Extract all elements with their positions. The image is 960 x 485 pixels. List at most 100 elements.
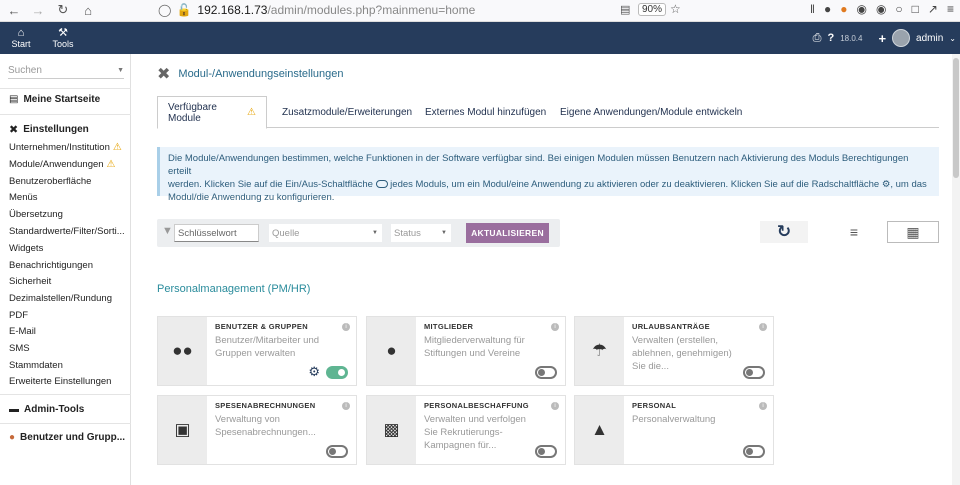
avatar[interactable] xyxy=(892,29,911,47)
scrollbar[interactable] xyxy=(952,54,960,485)
sidebar-item-sms[interactable]: SMS xyxy=(9,343,30,354)
divider xyxy=(0,423,131,424)
warning-icon: ⚠ xyxy=(106,159,116,170)
sidebar-item-label: Unternehmen/Institution xyxy=(9,142,110,153)
refresh-button[interactable]: AKTUALISIEREN xyxy=(466,223,549,243)
share-icon[interactable]: ↗ xyxy=(928,2,938,16)
add-icon[interactable]: + xyxy=(878,31,886,46)
info-icon[interactable]: i xyxy=(551,402,559,410)
pocket-icon[interactable]: ◉ xyxy=(876,2,886,16)
sidebar-item-pdf[interactable]: PDF xyxy=(9,310,28,321)
sidebar-item-erweiterte-einstellungen[interactable]: Erweiterte Einstellungen xyxy=(9,376,111,387)
back-icon[interactable]: ← xyxy=(2,0,26,20)
sidebar-item-label: Module/Anwendungen xyxy=(9,159,104,170)
sidebar-group-users[interactable]: ● Benutzer und Grupp... xyxy=(9,432,125,443)
scrollbar-thumb[interactable] xyxy=(953,58,959,178)
bookmark-star-icon[interactable]: ☆ xyxy=(670,2,681,16)
chevron-down-icon[interactable]: ⌄ xyxy=(949,34,956,43)
module-toggle[interactable] xyxy=(326,445,348,458)
info-icon[interactable]: i xyxy=(759,323,767,331)
zoom-level[interactable]: 90% xyxy=(638,3,667,16)
tab-bar: Verfügbare Module ⚠ Zusatzmodule/Erweite… xyxy=(157,96,939,129)
info-icon[interactable]: i xyxy=(759,402,767,410)
sidebar-item-dezimalstellen[interactable]: Dezimalstellen/Rundung xyxy=(9,293,112,304)
member-icon: ● xyxy=(367,317,416,385)
info-line-1: Die Module/Anwendungen bestimmen, welche… xyxy=(168,153,909,177)
list-view-icon[interactable]: ≡ xyxy=(828,221,880,243)
wallet-icon: ▣ xyxy=(158,396,207,464)
info-text: , um das xyxy=(890,179,927,190)
reload-icon[interactable]: ↻ xyxy=(51,0,75,20)
tab-eigene-anwendungen[interactable]: Eigene Anwendungen/Module entwickeln xyxy=(550,96,752,128)
sidebar-item-module[interactable]: Module/Anwendungen ⚠ xyxy=(9,159,116,170)
library-icon[interactable]: ‖ xyxy=(810,2,815,16)
tab-zusatzmodule[interactable]: Zusatzmodule/Erweiterungen xyxy=(272,96,422,128)
module-toggle[interactable] xyxy=(743,445,765,458)
info-icon[interactable]: i xyxy=(551,323,559,331)
sidebar-item-sicherheit[interactable]: Sicherheit xyxy=(9,276,51,287)
nav-start[interactable]: ⌂ Start xyxy=(8,22,34,54)
address-bar[interactable]: ◯ 🔓 192.168.1.73/admin/modules.php?mainm… xyxy=(158,0,688,20)
sidebar-group-admin-tools[interactable]: ▬ Admin-Tools xyxy=(9,404,84,415)
source-select[interactable]: Quelle ▼ xyxy=(269,224,382,242)
reader-icon[interactable]: ▤ xyxy=(620,3,630,16)
shield-icon: ◯ xyxy=(158,3,172,17)
help-icon[interactable]: ? xyxy=(827,32,834,44)
version-label: 18.0.4 xyxy=(840,33,863,43)
info-text: werden. Klicken Sie auf die Ein/Aus-Scha… xyxy=(168,179,373,190)
tab-externes-modul[interactable]: Externes Modul hinzufügen xyxy=(415,96,556,128)
warning-icon: ⚠ xyxy=(247,107,256,118)
info-icon[interactable]: i xyxy=(342,402,350,410)
print-icon[interactable]: ⎙ xyxy=(813,32,822,45)
sidebar-item-email[interactable]: E-Mail xyxy=(9,326,36,337)
reload-modules-icon[interactable]: ↻ xyxy=(760,221,808,243)
sidebar-group-settings[interactable]: ✖ Einstellungen xyxy=(9,123,89,136)
gear-icon[interactable]: ⚙ xyxy=(308,364,320,380)
puzzle-icon[interactable]: □ xyxy=(912,2,919,16)
insecure-lock-icon: 🔓 xyxy=(176,3,192,17)
module-toggle[interactable] xyxy=(743,366,765,379)
extension-icon-2[interactable]: ● xyxy=(840,2,847,16)
sidebar-item-widgets[interactable]: Widgets xyxy=(9,243,43,254)
module-toggle[interactable] xyxy=(535,445,557,458)
sidebar-item-benachrichtigungen[interactable]: Benachrichtigungen xyxy=(9,260,93,271)
tools-icon: ✖ xyxy=(9,124,19,136)
sidebar-group-settings-label: Einstellungen xyxy=(23,124,89,135)
sidebar-item-menues[interactable]: Menüs xyxy=(9,192,38,203)
warning-icon: ⚠ xyxy=(112,142,122,153)
module-card-personal: ▲ PERSONAL Personalverwaltung i xyxy=(574,395,774,465)
sidebar-group-home[interactable]: ▤ Meine Startseite xyxy=(9,94,100,105)
caret-down-icon: ▼ xyxy=(441,230,447,236)
extension-icon-1[interactable]: ● xyxy=(824,2,831,16)
module-toggle[interactable] xyxy=(326,366,348,379)
sidebar-item-benutzeroberflaeche[interactable]: Benutzeroberfläche xyxy=(9,176,91,187)
user-icon: ● xyxy=(9,432,16,443)
sidebar-item-uebersetzung[interactable]: Übersetzung xyxy=(9,209,63,220)
top-navigation: ⌂ Start ⚒ Tools ⎙ ? 18.0.4 + admin ⌄ xyxy=(0,22,960,54)
menu-icon[interactable]: ≡ xyxy=(947,2,954,16)
toggle-icon xyxy=(375,180,388,189)
nav-tools[interactable]: ⚒ Tools xyxy=(49,22,77,54)
module-toggle[interactable] xyxy=(535,366,557,379)
sidebar-search-placeholder: Suchen xyxy=(8,64,42,76)
info-icon[interactable]: i xyxy=(342,323,350,331)
sidebar-item-standardwerte[interactable]: Standardwerte/Filter/Sorti... xyxy=(9,226,125,237)
admin-tools-icon: ▬ xyxy=(9,404,19,415)
grid-view-icon[interactable]: ▦ xyxy=(887,221,939,243)
tools-icon: ✖ xyxy=(157,66,171,83)
user-name[interactable]: admin xyxy=(916,33,943,44)
caret-down-icon: ▼ xyxy=(372,230,378,236)
sidebar-item-unternehmen[interactable]: Unternehmen/Institution ⚠ xyxy=(9,142,122,153)
forward-icon[interactable]: → xyxy=(26,0,50,20)
sidebar-search-input[interactable]: Suchen ▼ xyxy=(8,62,124,79)
home-browser-icon[interactable]: ⌂ xyxy=(76,0,100,20)
extension-icon-4[interactable]: ○ xyxy=(895,2,902,16)
status-select[interactable]: Status ▼ xyxy=(391,224,451,242)
module-card-desc: Benutzer/Mitarbeiter und Gruppen verwalt… xyxy=(215,335,320,359)
module-card-desc: Verwaltung von Spesenabrechnungen... xyxy=(215,414,316,438)
extension-icon-3[interactable]: ◉ xyxy=(856,2,866,16)
nav-start-label: Start xyxy=(11,39,31,49)
sidebar-item-stammdaten[interactable]: Stammdaten xyxy=(9,360,63,371)
tab-verfuegbare-module[interactable]: Verfügbare Module ⚠ xyxy=(157,96,267,129)
keyword-input[interactable]: Schlüsselwort xyxy=(174,224,259,242)
